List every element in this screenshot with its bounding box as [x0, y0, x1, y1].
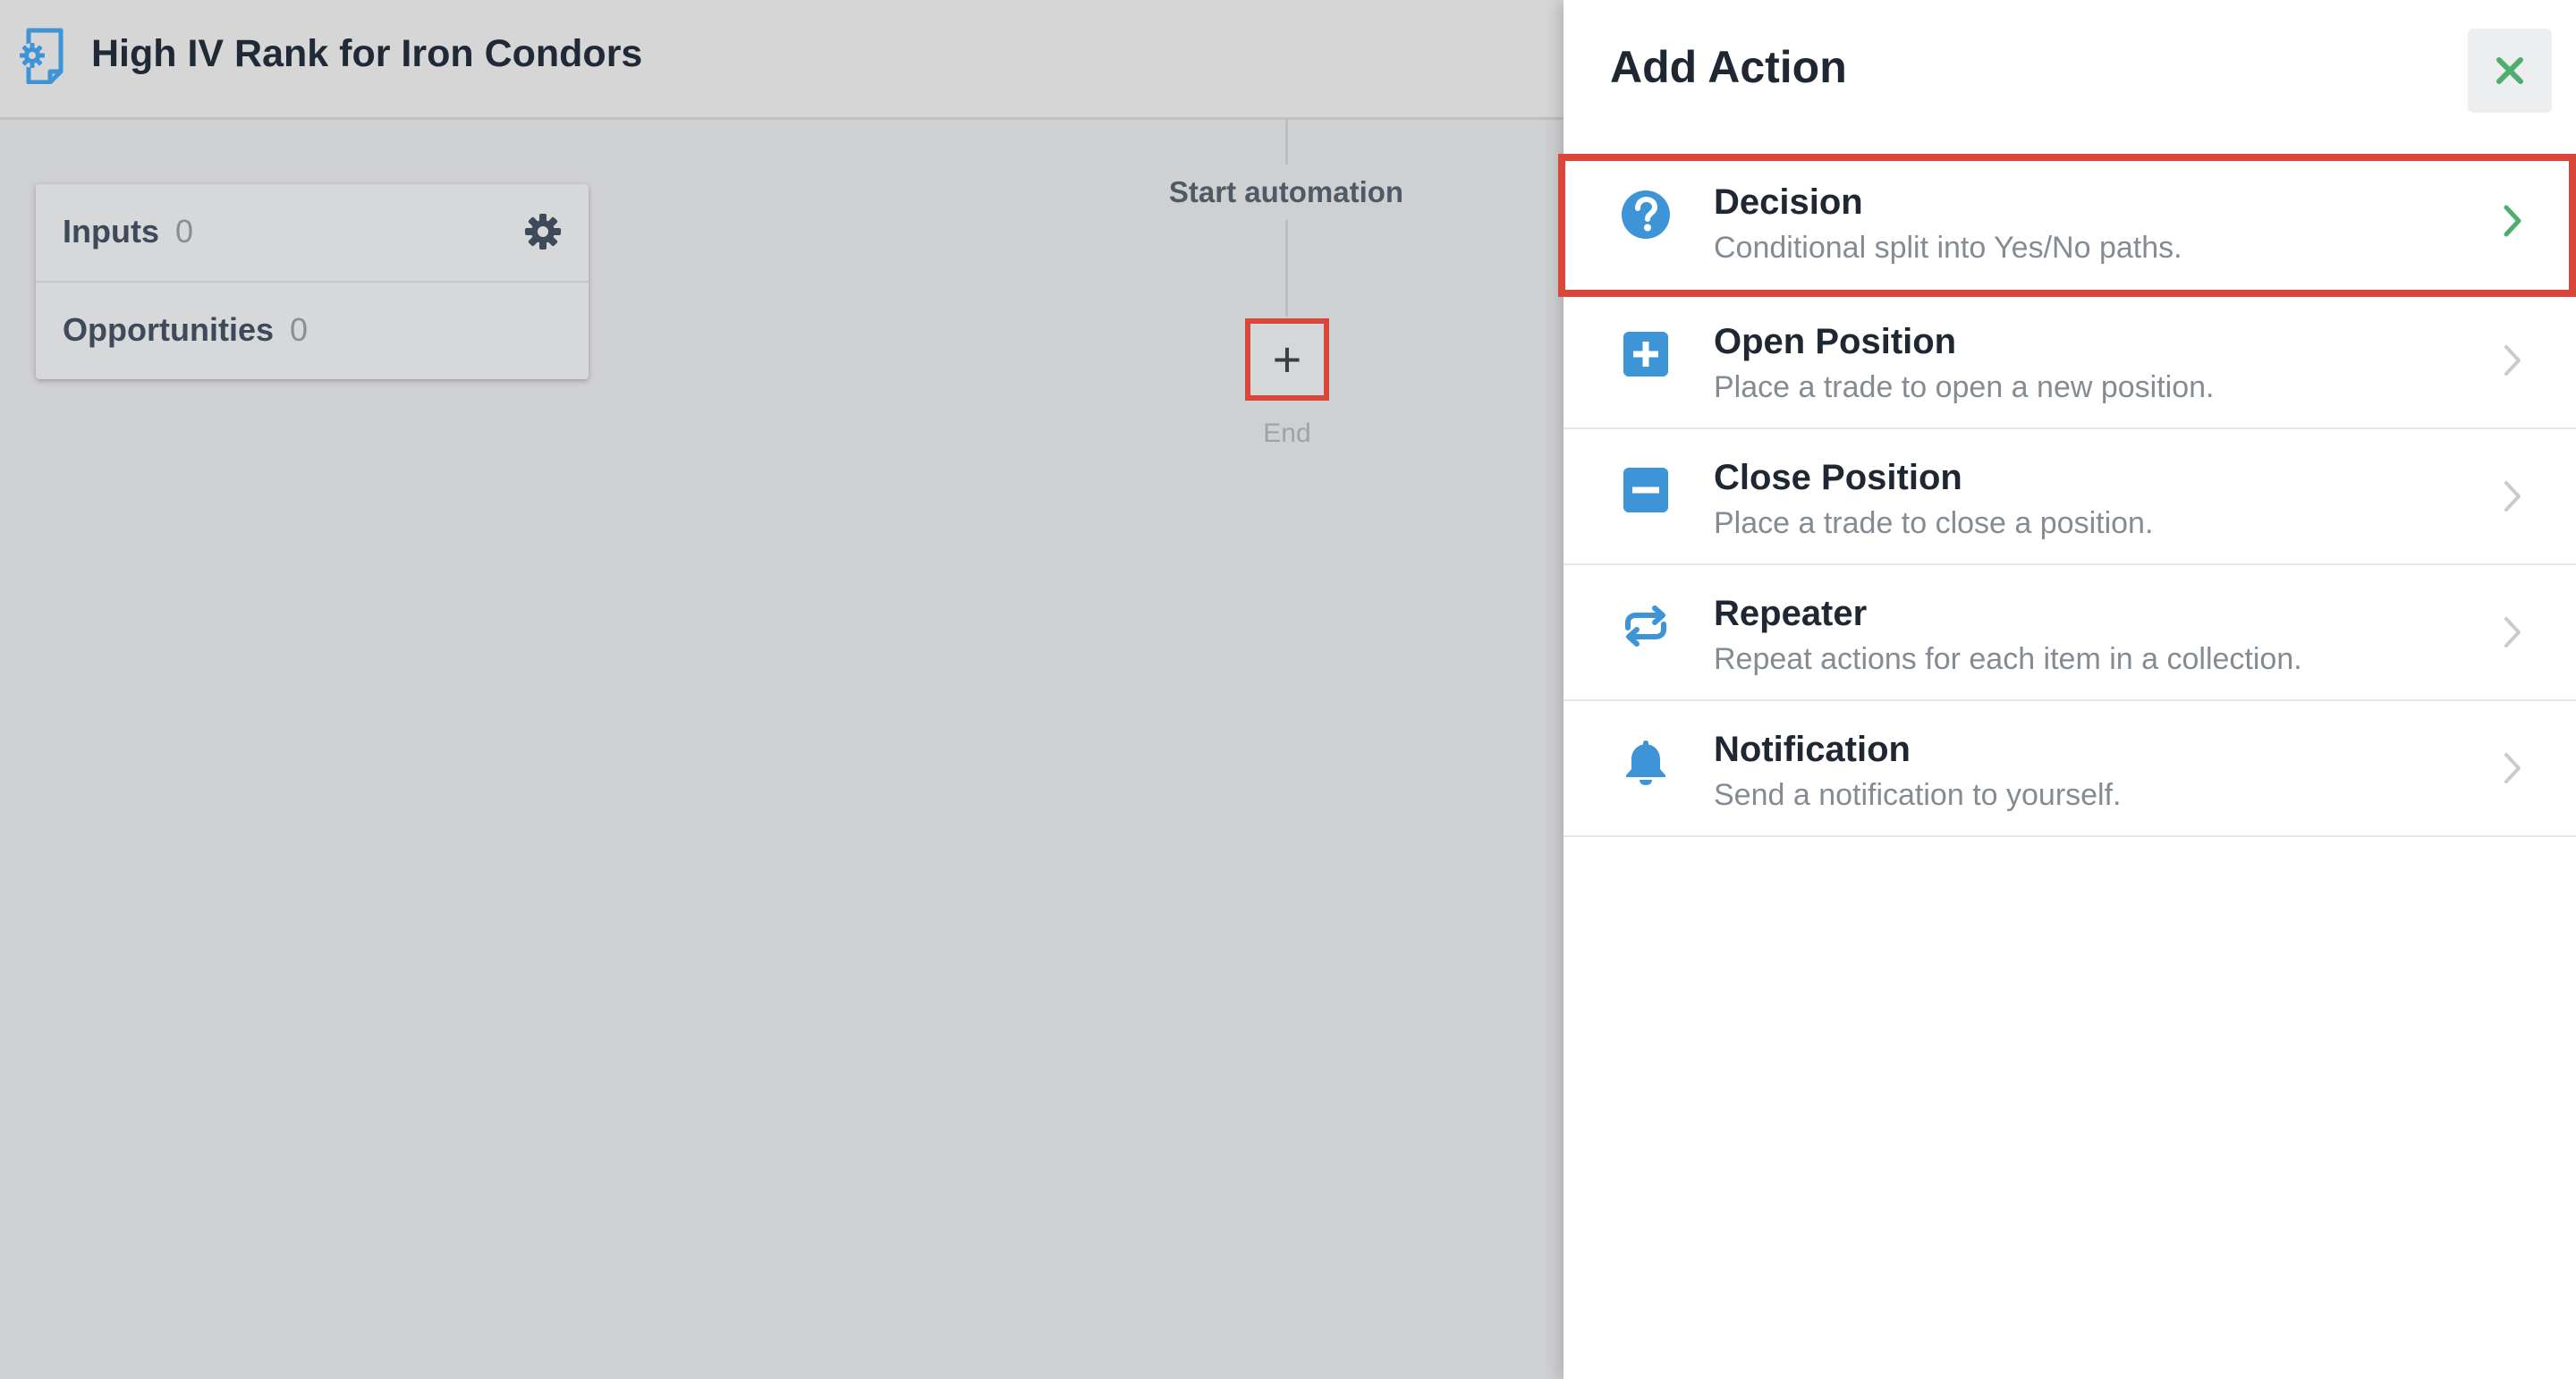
- chevron-right-icon: [2504, 345, 2521, 376]
- opportunities-count: 0: [290, 311, 309, 348]
- page-title: High IV Rank for Iron Condors: [91, 32, 643, 75]
- repeat-icon: [1625, 605, 1666, 647]
- end-label: End: [1263, 419, 1311, 448]
- header-bar: High IV Rank for Iron Condors: [0, 0, 1563, 120]
- question-circle-icon: [1622, 190, 1670, 239]
- inputs-card: Inputs 0 Opportunities 0: [36, 184, 589, 379]
- action-description: Conditional split into Yes/No paths.: [1714, 231, 2182, 265]
- plus-icon: +: [1272, 331, 1302, 387]
- action-description: Place a trade to close a position.: [1714, 506, 2154, 540]
- opportunities-label: Opportunities: [63, 311, 274, 348]
- action-title: Open Position: [1714, 322, 1957, 361]
- action-title: Decision: [1714, 182, 1863, 222]
- opportunities-row[interactable]: Opportunities 0: [36, 283, 589, 379]
- automation-document-icon: [20, 28, 64, 84]
- chevron-right-icon: [2504, 617, 2521, 647]
- action-open-position[interactable]: Open Position Place a trade to open a ne…: [1563, 293, 2576, 429]
- gear-icon[interactable]: [524, 213, 562, 250]
- close-button[interactable]: [2468, 29, 2552, 113]
- action-title: Notification: [1714, 730, 1911, 769]
- action-repeater[interactable]: Repeater Repeat actions for each item in…: [1563, 565, 2576, 701]
- action-notification[interactable]: Notification Send a notification to your…: [1563, 701, 2576, 837]
- action-description: Place a trade to open a new position.: [1714, 370, 2215, 404]
- action-close-position[interactable]: Close Position Place a trade to close a …: [1563, 429, 2576, 565]
- action-decision[interactable]: Decision Conditional split into Yes/No p…: [1558, 154, 2576, 297]
- action-title: Close Position: [1714, 458, 1962, 497]
- automation-canvas: High IV Rank for Iron Condors Inputs 0 Op…: [0, 0, 1563, 1379]
- chevron-right-icon: [2504, 205, 2521, 237]
- flow-connector-top: [1285, 120, 1288, 165]
- chevron-right-icon: [2504, 753, 2521, 783]
- action-title: Repeater: [1714, 594, 1868, 633]
- start-automation-label: Start automation: [1168, 175, 1404, 208]
- chevron-right-icon: [2504, 481, 2521, 512]
- minus-square-icon: [1623, 468, 1668, 512]
- inputs-label: Inputs: [63, 213, 159, 250]
- action-description: Repeat actions for each item in a collec…: [1714, 642, 2302, 676]
- action-description: Send a notification to yourself.: [1714, 778, 2122, 812]
- bell-icon: [1626, 740, 1665, 785]
- flow-connector-middle: [1285, 220, 1288, 317]
- add-step-button[interactable]: +: [1245, 318, 1329, 401]
- panel-title: Add Action: [1610, 42, 1847, 92]
- inputs-row[interactable]: Inputs 0: [36, 184, 589, 283]
- close-icon: [2496, 57, 2523, 84]
- inputs-count: 0: [174, 213, 194, 250]
- add-action-panel: Add Action Decision Conditional split in…: [1558, 0, 2576, 1379]
- plus-square-icon: [1623, 332, 1668, 376]
